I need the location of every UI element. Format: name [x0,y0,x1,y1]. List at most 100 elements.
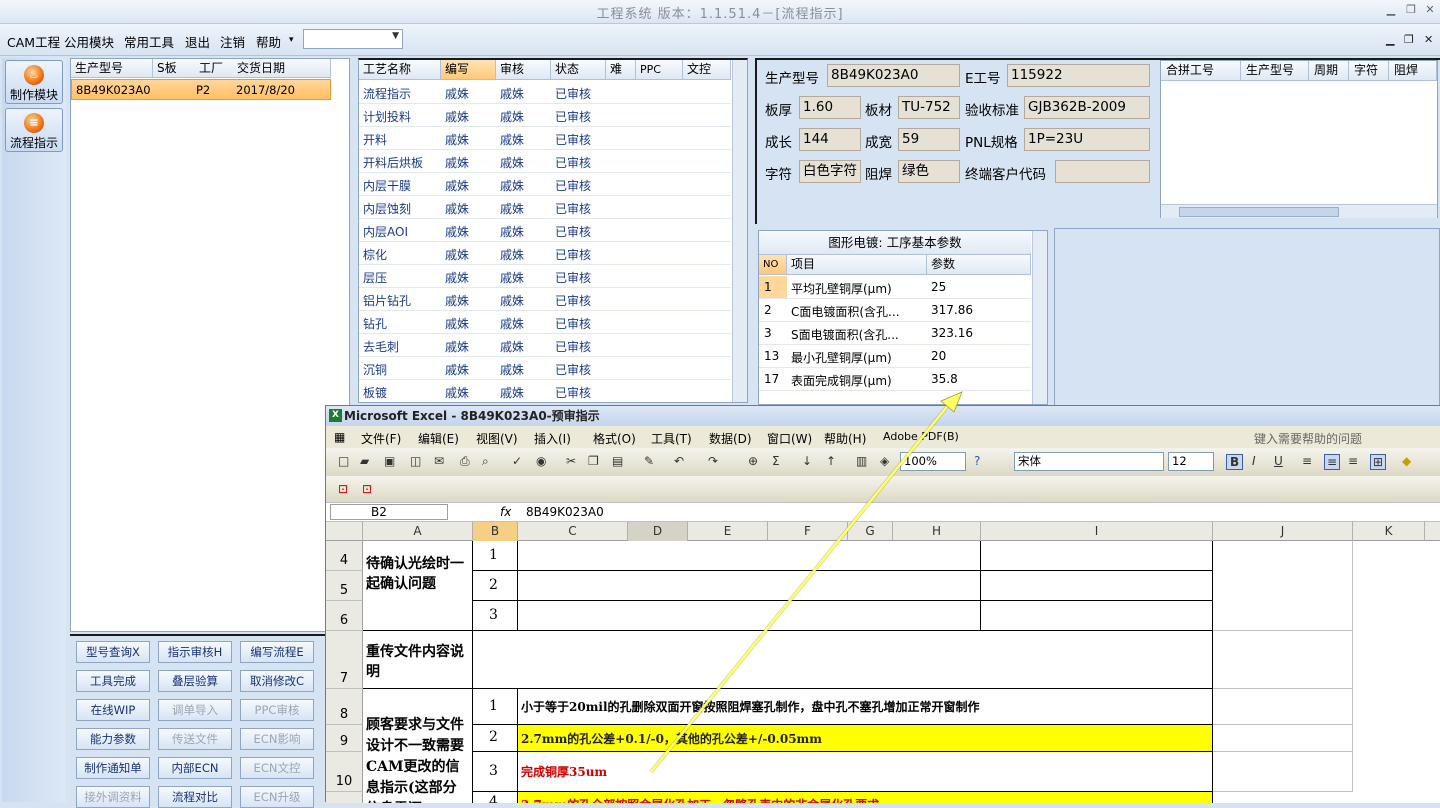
mail-icon[interactable]: ✉ [434,454,444,468]
close-icon[interactable]: ✕ [1421,2,1439,18]
print-icon[interactable]: ⎙ [460,454,470,469]
maximize-icon[interactable]: ❐ [1402,2,1420,18]
cell-C6[interactable] [518,601,981,631]
cell-J10[interactable] [1213,752,1353,792]
nav-flow-instruction[interactable]: ≡ 流程指示 [5,108,63,152]
help-icon[interactable]: ? [974,454,980,468]
table-row[interactable]: 13 最小孔壁铜厚(μm) 20 [759,345,1031,368]
autosum-icon[interactable]: Σ [772,454,780,468]
cell-J4[interactable] [1213,541,1353,631]
field-width[interactable]: 59 [898,128,960,151]
field-pnl[interactable]: 1P=23U [1024,128,1150,151]
menu-help[interactable]: 帮助 [256,32,281,51]
menu-logout[interactable]: 注销 [220,32,245,51]
sort-asc-icon[interactable]: ↓ [802,454,812,468]
research-icon[interactable]: ◉ [536,454,546,468]
table-row[interactable]: 开料后烘板 戚姝 戚姝 已审核 [359,150,731,173]
italic-icon[interactable]: I [1252,454,1256,468]
cell-A7[interactable]: 重传文件内容说明 [363,631,473,689]
cell-A4[interactable]: 待确认光绘时一起确认问题 [363,541,473,631]
col-B[interactable]: B [473,522,518,541]
col-status[interactable]: 状态 [551,60,606,80]
row-8[interactable]: 8 [326,689,363,725]
col-A[interactable]: A [363,522,473,541]
table-row[interactable]: 内层AOI 戚姝 戚姝 已审核 [359,219,731,242]
cell-I4[interactable] [981,541,1213,571]
chart-wizard-icon[interactable]: ▥ [856,454,867,468]
excel-menu-pdf[interactable]: Adobe PDF(B) [883,430,959,443]
excel-menu-file[interactable]: 文件(F) [361,430,401,447]
spelling-icon[interactable]: ✓ [512,454,522,468]
sort-desc-icon[interactable]: ↑ [826,454,836,468]
field-eng[interactable]: 115922 [1007,64,1150,87]
cell-C10[interactable]: 完成铜厚35um [518,752,1213,792]
row-5[interactable]: 5 [326,571,363,601]
excel-menu-insert[interactable]: 插入(I) [534,430,571,447]
table-row[interactable]: 铝片钻孔 戚姝 戚姝 已审核 [359,288,731,311]
col-D[interactable]: D [628,522,688,541]
col-C[interactable]: C [518,522,628,541]
table-row[interactable]: 17 表面完成铜厚(μm) 35.8 [759,368,1031,391]
merge-scroll-thumb[interactable] [1179,207,1339,217]
toolbar-combo[interactable]: ▼ [303,29,403,49]
row-4[interactable]: 4 [326,541,363,571]
btn-flow-compare[interactable]: 流程对比 [158,786,232,808]
col-merge-no[interactable]: 合拼工号 [1161,61,1241,81]
bold-icon[interactable]: B [1226,454,1244,470]
table-row[interactable]: 棕化 戚姝 戚姝 已审核 [359,242,731,265]
field-cust[interactable] [1055,160,1150,183]
copy-icon[interactable]: ❐ [588,454,599,468]
merge-hscrollbar[interactable] [1161,204,1437,218]
btn-external[interactable]: 接外调资料 [76,786,150,808]
field-length[interactable]: 144 [799,128,861,151]
table-row[interactable]: 流程指示 戚姝 戚姝 已审核 [359,81,731,104]
col-reviewer[interactable]: 审核 [496,60,551,80]
cell-J9[interactable] [1213,725,1353,752]
field-char[interactable]: 白色字符 [799,160,861,183]
cell-B4[interactable]: 1 [473,541,518,571]
row-7[interactable]: 7 [326,631,363,689]
col-value[interactable]: 参数 [927,255,1031,275]
excel-menu-help[interactable]: 帮助(H) [824,430,866,447]
cell-I6[interactable] [981,601,1213,631]
open-icon[interactable]: ▰ [360,454,369,468]
excel-menu-edit[interactable]: 编辑(E) [418,430,459,447]
mdi-restore-icon[interactable]: ❐ [1404,33,1414,46]
col-F[interactable]: F [768,522,848,541]
btn-stackup[interactable]: 叠层验算 [158,670,232,692]
menu-exit[interactable]: 退出 [185,32,210,51]
cell-C11[interactable]: 2.7mm的孔全部按照金属化孔加工，忽略孔表中的非金属化孔要求 [518,792,1213,803]
format-painter-icon[interactable]: ✎ [644,454,654,468]
process-scrollbar[interactable] [732,60,747,402]
name-box[interactable]: B2 [330,504,448,520]
col-factory[interactable]: 工厂 [195,59,235,78]
cell-C5[interactable] [518,571,981,601]
col-G[interactable]: G [848,522,893,541]
row-10[interactable]: 10 [326,752,363,792]
btn-cancel-edit[interactable]: 取消修改C [240,670,314,692]
col-process[interactable]: 工艺名称 [359,60,441,80]
param-scrollbar[interactable] [1032,231,1047,404]
redo-icon[interactable]: ↷ [708,454,718,468]
col-E[interactable]: E [688,522,768,541]
col-merge-model[interactable]: 生产型号 [1241,61,1309,81]
excel-menu-window[interactable]: 窗口(W) [767,430,812,447]
minimize-icon[interactable]: ▁ [1382,2,1400,18]
align-center-icon[interactable]: ≡ [1324,454,1341,470]
table-row[interactable]: 内层蚀刻 戚姝 戚姝 已审核 [359,196,731,219]
cell-C8[interactable]: 小于等于20mil的孔删除双面开窗按照阻焊塞孔制作，盘中孔不塞孔增加正常开窗制作 [518,689,1213,725]
cell-B9[interactable]: 2 [473,725,518,752]
field-thick[interactable]: 1.60 [799,96,861,119]
col-K[interactable]: K [1353,522,1425,541]
save-icon[interactable]: ▣ [384,454,395,468]
col-writer[interactable]: 编写 [441,60,496,80]
cell-I5[interactable] [981,571,1213,601]
btn-tool-done[interactable]: 工具完成 [76,670,150,692]
cell-C9[interactable]: 2.7mm的孔公差+0.1/-0，其他的孔公差+/-0.05mm [518,725,1213,752]
table-row[interactable]: 计划投料 戚姝 戚姝 已审核 [359,104,731,127]
menu-public[interactable]: 公用模块 [64,32,114,51]
row-9[interactable]: 9 [326,725,363,752]
paste-icon[interactable]: ▤ [612,454,623,468]
btn-import[interactable]: 调单导入 [158,699,232,721]
table-row[interactable]: 1 平均孔壁铜厚(μm) 25 [759,276,1031,299]
